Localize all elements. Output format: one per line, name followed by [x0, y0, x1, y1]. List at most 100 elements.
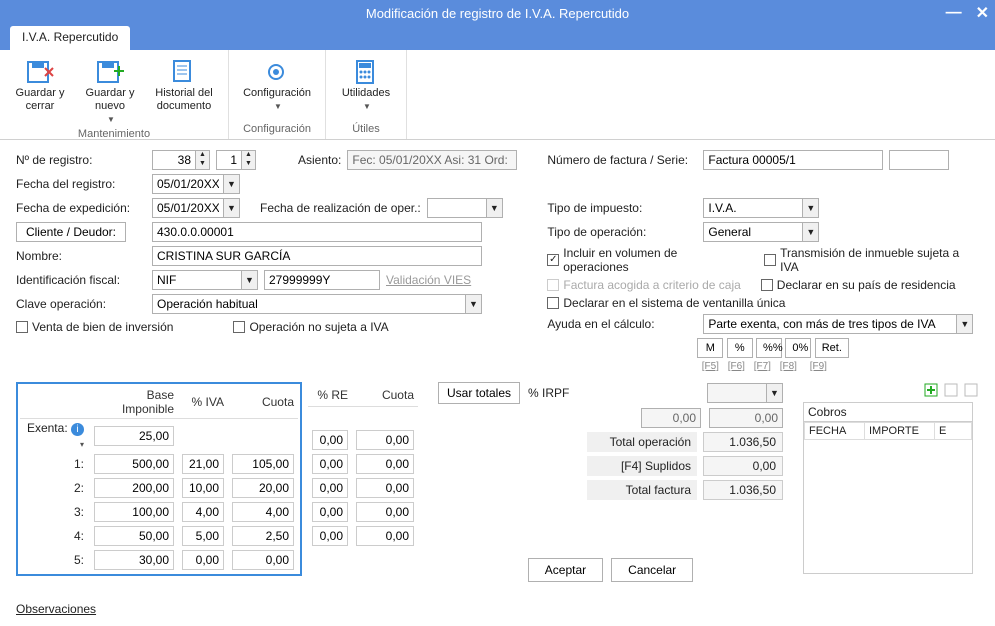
col-re: % RE: [308, 384, 352, 406]
chk-declarar-pais[interactable]: Declarar en su país de residencia: [761, 278, 956, 292]
chevron-down-icon: ▼: [224, 174, 240, 194]
mini-ret-button[interactable]: Ret.: [815, 338, 849, 358]
delete-cobro-icon[interactable]: [963, 382, 979, 398]
col-base: Base Imponible: [90, 386, 178, 419]
validacion-vies-link[interactable]: Validación VIES: [386, 273, 471, 287]
cliente-deudor-field[interactable]: [152, 222, 482, 242]
numfactura-serie-field[interactable]: [889, 150, 949, 170]
fecha-registro-input[interactable]: ▼: [152, 174, 240, 194]
edit-cobro-icon[interactable]: [943, 382, 959, 398]
ribbon-group-utiles: Utilidades▼ Útiles: [326, 50, 407, 139]
col-cuota: Cuota: [228, 386, 298, 419]
asiento-label: Asiento:: [298, 153, 341, 167]
tipo-impuesto-select[interactable]: ▼: [703, 198, 819, 218]
nregistro-input[interactable]: ▲▼: [152, 150, 210, 170]
usar-totales-button[interactable]: Usar totales: [438, 382, 520, 404]
titlebar: Modificación de registro de I.V.A. Reper…: [0, 0, 995, 26]
row-1: 1:: [20, 452, 298, 476]
configuracion-button[interactable]: Configuración▼: [237, 54, 317, 113]
cobros-grid[interactable]: FECHA IMPORTE E: [804, 422, 972, 440]
col-e[interactable]: E: [935, 423, 972, 440]
chevron-down-icon: ▼: [242, 270, 258, 290]
tot-fact-label: Total factura: [587, 480, 697, 500]
chevron-down-icon[interactable]: ▼: [274, 100, 282, 113]
fecha-registro-label: Fecha del registro:: [16, 177, 146, 191]
tabstrip: I.V.A. Repercutido: [0, 26, 995, 50]
col-iva: % IVA: [178, 386, 228, 419]
col-fecha[interactable]: FECHA: [805, 423, 865, 440]
ayuda-label: Ayuda en el cálculo:: [547, 317, 697, 331]
chk-factura-caja: Factura acogida a criterio de caja: [547, 278, 740, 292]
chk-op-no-sujeta[interactable]: Operación no sujeta a IVA: [233, 320, 388, 334]
ayuda-select[interactable]: ▼: [703, 314, 973, 334]
cliente-deudor-button[interactable]: Cliente / Deudor:: [16, 222, 126, 242]
tipo-operacion-select[interactable]: ▼: [703, 222, 819, 242]
mini-M-button[interactable]: M: [697, 338, 723, 358]
exenta-base[interactable]: [94, 426, 174, 446]
tipo-operacion-label: Tipo de operación:: [547, 225, 697, 239]
document-history-icon: [168, 57, 200, 87]
chk-ventanilla[interactable]: Declarar en el sistema de ventanilla úni…: [547, 296, 785, 310]
numfactura-label: Número de factura / Serie:: [547, 153, 697, 167]
chevron-down-icon[interactable]: ▼: [363, 100, 371, 113]
add-cobro-icon[interactable]: [923, 382, 939, 398]
idfiscal-num-field[interactable]: [264, 270, 380, 290]
chk-incluir-vol[interactable]: Incluir en volumen de operaciones: [547, 246, 744, 274]
irpf-cuota: [709, 408, 783, 428]
mini-pct-button[interactable]: %: [727, 338, 753, 358]
mini-pctpct-button[interactable]: %%: [756, 338, 782, 358]
irpf-base: [641, 408, 701, 428]
asiento-field: [347, 150, 517, 170]
mini-0pct-button[interactable]: 0%: [785, 338, 811, 358]
nregistro-label: Nº de registro:: [16, 153, 146, 167]
nombre-label: Nombre:: [16, 249, 146, 263]
irpf-select[interactable]: ▼: [707, 383, 783, 403]
numfactura-field[interactable]: [703, 150, 883, 170]
utilidades-button[interactable]: Utilidades▼: [334, 54, 398, 113]
chevron-down-icon: ▼: [224, 198, 240, 218]
close-icon[interactable]: ✕: [976, 3, 989, 23]
idfiscal-label: Identificación fiscal:: [16, 273, 146, 287]
tot-op-value: 1.036,50: [703, 432, 783, 452]
irpf-label: % IRPF: [528, 386, 569, 400]
suplidos-label[interactable]: [F4] Suplidos: [587, 456, 697, 476]
suplidos-value: 0,00: [703, 456, 783, 476]
guardar-cerrar-button[interactable]: Guardar y cerrar: [8, 54, 72, 113]
chevron-down-icon: ▼: [466, 294, 482, 314]
nregistro2-input[interactable]: ▲▼: [216, 150, 256, 170]
chk-venta-inversion[interactable]: Venta de bien de inversión: [16, 320, 173, 334]
cobros-panel: Cobros FECHA IMPORTE E: [803, 402, 973, 574]
re-grid: % RECuota: [308, 384, 418, 548]
col-importe[interactable]: IMPORTE: [865, 423, 935, 440]
info-icon[interactable]: i: [71, 423, 84, 436]
chevron-down-icon[interactable]: ▾: [80, 440, 84, 449]
chevron-down-icon: ▼: [487, 198, 503, 218]
chevron-down-icon: ▼: [767, 383, 783, 403]
fecha-realiz-label: Fecha de realización de oper.:: [260, 201, 421, 215]
chevron-down-icon[interactable]: ▼: [107, 113, 115, 126]
observaciones-link[interactable]: Observaciones: [16, 602, 96, 616]
tot-fact-value: 1.036,50: [703, 480, 783, 500]
tab-iva-repercutido[interactable]: I.V.A. Repercutido: [10, 26, 130, 50]
nombre-field[interactable]: [152, 246, 482, 266]
clave-op-select[interactable]: ▼: [152, 294, 482, 314]
guardar-nuevo-button[interactable]: Guardar y nuevo▼: [78, 54, 142, 126]
aceptar-button[interactable]: Aceptar: [528, 558, 603, 582]
tot-op-label: Total operación: [587, 432, 697, 452]
row-2: 2:: [20, 476, 298, 500]
iva-grid-highlighted: Base Imponible % IVA Cuota Exenta: i ▾ 1…: [16, 382, 302, 576]
historial-button[interactable]: Historial del documento: [148, 54, 220, 113]
cancelar-button[interactable]: Cancelar: [611, 558, 693, 582]
save-close-icon: [24, 57, 56, 87]
gear-icon: [261, 57, 293, 87]
clave-op-label: Clave operación:: [16, 297, 146, 311]
chevron-down-icon: ▼: [957, 314, 973, 334]
fecha-exped-input[interactable]: ▼: [152, 198, 240, 218]
chk-trans-inmueble[interactable]: Transmisión de inmueble sujeta a IVA: [764, 246, 979, 274]
key-f6: [F6]: [723, 361, 749, 372]
chevron-down-icon: ▼: [803, 198, 819, 218]
minimize-icon[interactable]: —: [946, 4, 962, 22]
row-exenta: Exenta: i ▾: [20, 419, 298, 453]
idfiscal-tipo-select[interactable]: ▼: [152, 270, 258, 290]
fecha-realiz-input[interactable]: ▼: [427, 198, 503, 218]
